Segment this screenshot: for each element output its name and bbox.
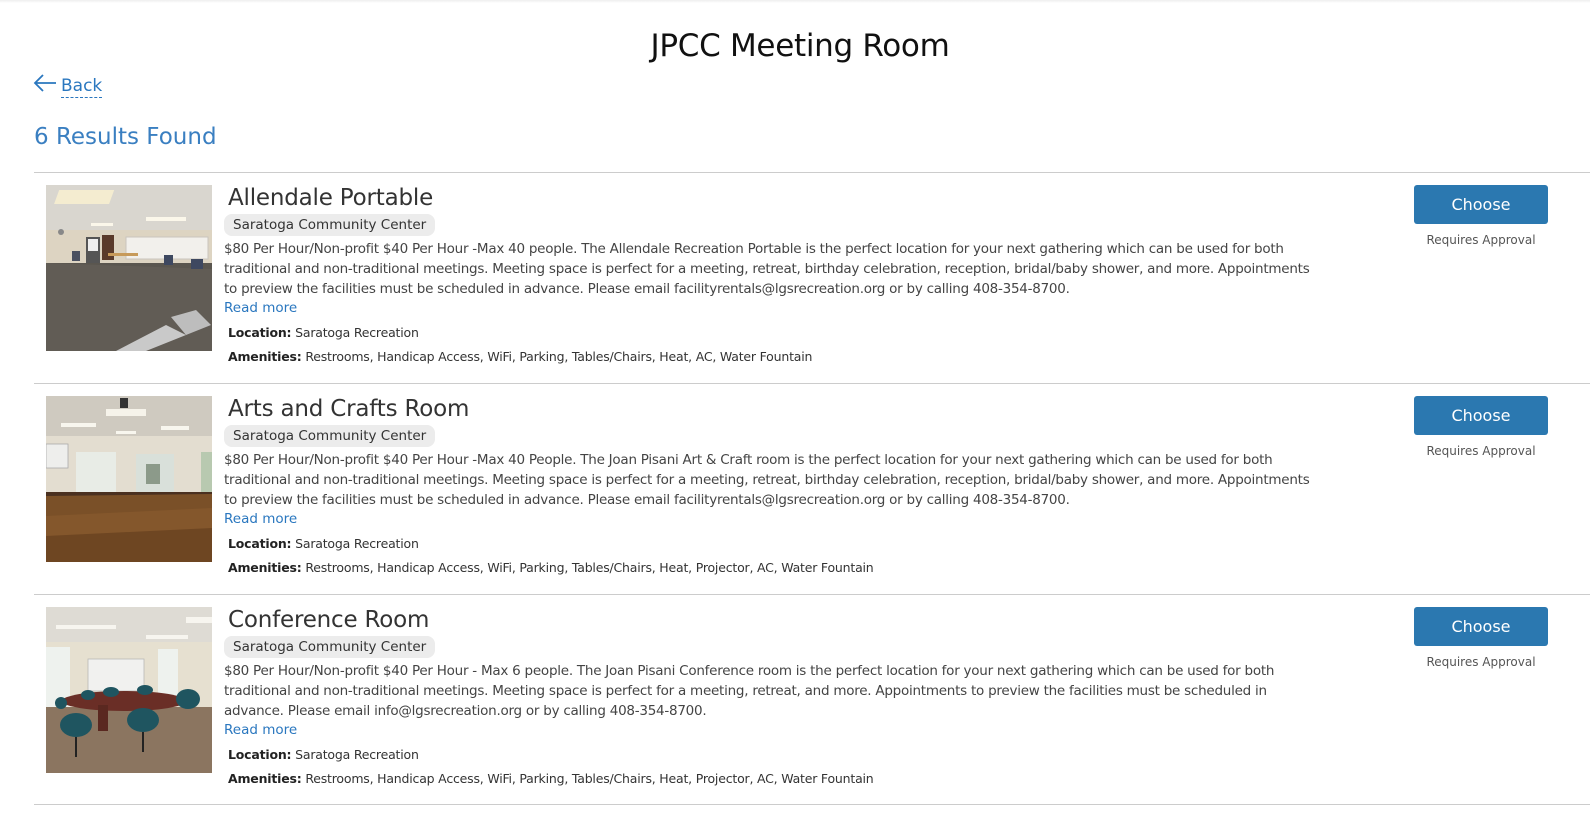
wood-floor-room-photo bbox=[46, 396, 212, 562]
room-name: Conference Room bbox=[228, 607, 430, 633]
approval-note: Requires Approval bbox=[1426, 444, 1536, 458]
amenities-line: Amenities: Restrooms, Handicap Access, W… bbox=[228, 349, 1314, 364]
facility-badge: Saratoga Community Center bbox=[224, 214, 436, 236]
result-info: Allendale Portable Saratoga Community Ce… bbox=[224, 184, 1314, 364]
amenities-value: Restrooms, Handicap Access, WiFi, Parkin… bbox=[305, 560, 874, 575]
location-line: Location: Saratoga Recreation bbox=[228, 747, 1314, 762]
amenities-label: Amenities: bbox=[228, 349, 302, 364]
location-value: Saratoga Recreation bbox=[295, 747, 419, 762]
facility-badge: Saratoga Community Center bbox=[224, 425, 436, 447]
amenities-label: Amenities: bbox=[228, 771, 302, 786]
room-name: Allendale Portable bbox=[228, 185, 434, 211]
room-description: $80 Per Hour/Non-profit $40 Per Hour -Ma… bbox=[224, 452, 1310, 508]
location-label: Location: bbox=[228, 325, 292, 340]
results-list: Allendale Portable Saratoga Community Ce… bbox=[34, 172, 1590, 805]
amenities-value: Restrooms, Handicap Access, WiFi, Parkin… bbox=[305, 771, 874, 786]
room-description: $80 Per Hour/Non-profit $40 Per Hour -Ma… bbox=[224, 241, 1310, 297]
room-thumbnail[interactable] bbox=[46, 185, 212, 351]
result-actions: Choose Requires Approval bbox=[1414, 607, 1548, 669]
choose-button[interactable]: Choose bbox=[1414, 607, 1548, 646]
location-line: Location: Saratoga Recreation bbox=[228, 536, 1314, 551]
choose-button[interactable]: Choose bbox=[1414, 396, 1548, 435]
result-info: Arts and Crafts Room Saratoga Community … bbox=[224, 395, 1314, 575]
top-edge bbox=[0, 0, 1590, 3]
approval-note: Requires Approval bbox=[1426, 233, 1536, 247]
room-thumbnail[interactable] bbox=[46, 607, 212, 773]
room-thumbnail[interactable] bbox=[46, 396, 212, 562]
choose-button[interactable]: Choose bbox=[1414, 185, 1548, 224]
amenities-label: Amenities: bbox=[228, 560, 302, 575]
result-actions: Choose Requires Approval bbox=[1414, 185, 1548, 247]
read-more-link[interactable]: Read more bbox=[224, 721, 297, 739]
facility-badge: Saratoga Community Center bbox=[224, 636, 436, 658]
result-item: Allendale Portable Saratoga Community Ce… bbox=[34, 172, 1590, 383]
approval-note: Requires Approval bbox=[1426, 655, 1536, 669]
location-label: Location: bbox=[228, 747, 292, 762]
back-link[interactable]: Back bbox=[33, 72, 103, 98]
result-item: Conference Room Saratoga Community Cente… bbox=[34, 594, 1590, 805]
location-value: Saratoga Recreation bbox=[295, 536, 419, 551]
result-actions: Choose Requires Approval bbox=[1414, 396, 1548, 458]
result-info: Conference Room Saratoga Community Cente… bbox=[224, 606, 1314, 786]
amenities-line: Amenities: Restrooms, Handicap Access, W… bbox=[228, 771, 1314, 786]
read-more-link[interactable]: Read more bbox=[224, 299, 297, 317]
results-count: 6 Results Found bbox=[34, 124, 217, 150]
carpeted-room-photo bbox=[46, 185, 212, 351]
amenities-line: Amenities: Restrooms, Handicap Access, W… bbox=[228, 560, 1314, 575]
amenities-value: Restrooms, Handicap Access, WiFi, Parkin… bbox=[305, 349, 813, 364]
read-more-link[interactable]: Read more bbox=[224, 510, 297, 528]
conference-room-photo bbox=[46, 607, 212, 773]
room-description: $80 Per Hour/Non-profit $40 Per Hour - M… bbox=[224, 663, 1275, 719]
back-label: Back bbox=[61, 76, 103, 98]
result-item: Arts and Crafts Room Saratoga Community … bbox=[34, 383, 1590, 594]
arrow-left-icon bbox=[33, 73, 61, 98]
room-name: Arts and Crafts Room bbox=[228, 396, 470, 422]
location-line: Location: Saratoga Recreation bbox=[228, 325, 1314, 340]
page-title: JPCC Meeting Room bbox=[650, 28, 950, 64]
location-label: Location: bbox=[228, 536, 292, 551]
location-value: Saratoga Recreation bbox=[295, 325, 419, 340]
